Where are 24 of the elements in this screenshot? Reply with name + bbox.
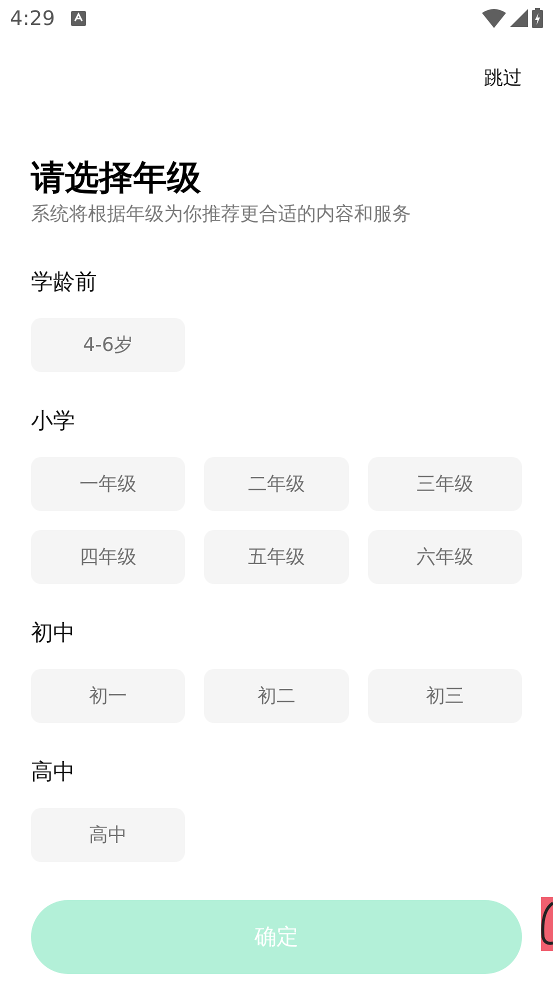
grade-option[interactable]: 初一 (31, 669, 185, 723)
floating-widget-icon[interactable] (541, 897, 553, 951)
grade-option[interactable]: 六年级 (368, 530, 522, 584)
grade-option[interactable]: 初三 (368, 669, 522, 723)
section-heading: 小学 (31, 408, 75, 436)
section-heading: 高中 (31, 759, 75, 787)
grade-option[interactable]: 初二 (204, 669, 349, 723)
page-title: 请选择年级 (31, 157, 202, 200)
grade-option[interactable]: 4-6岁 (31, 318, 185, 372)
grade-option[interactable]: 四年级 (31, 530, 185, 584)
keyboard-notification-icon (70, 10, 86, 26)
grade-option[interactable]: 五年级 (204, 530, 349, 584)
grade-option[interactable]: 二年级 (204, 457, 349, 511)
section-heading: 学龄前 (31, 269, 97, 297)
grade-option[interactable]: 一年级 (31, 457, 185, 511)
grade-option[interactable]: 高中 (31, 808, 185, 862)
section-heading: 初中 (31, 620, 75, 648)
skip-button[interactable]: 跳过 (484, 64, 522, 92)
page-subtitle: 系统将根据年级为你推荐更合适的内容和服务 (31, 202, 412, 227)
battery-icon (532, 8, 543, 28)
status-time: 4:29 (10, 5, 55, 32)
signal-icon (510, 9, 528, 27)
wifi-icon (482, 8, 506, 28)
grade-option[interactable]: 三年级 (368, 457, 522, 511)
